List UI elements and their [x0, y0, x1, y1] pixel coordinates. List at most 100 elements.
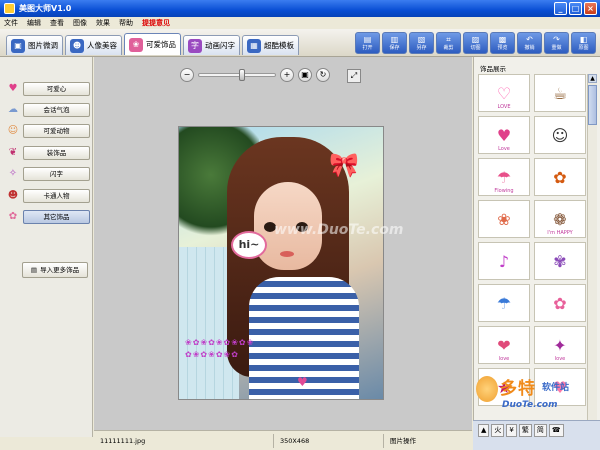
- action-label: 打开: [362, 45, 373, 51]
- tray-phone-icon[interactable]: ☎: [548, 424, 564, 437]
- status-mode: 图片操作: [390, 436, 416, 445]
- menu-file[interactable]: 文件: [4, 18, 18, 28]
- category-label: 可爱心: [23, 82, 90, 96]
- bow-sticker[interactable]: 🎀: [329, 151, 359, 179]
- edited-photo[interactable]: 🎀 hi~ ❀✿❀✿❀✿❀✿❀ ✿❀✿❀✿❀✿ ♥: [178, 126, 384, 400]
- tab-portrait-beauty[interactable]: ☻ 人像美容: [65, 35, 122, 55]
- save-button[interactable]: ▥ 保存: [382, 32, 407, 54]
- menu-bar: 文件 编辑 查看 图像 效果 帮助 提提意见: [0, 17, 600, 29]
- sticker-preview-icon: ✾: [553, 251, 567, 271]
- category-cartoon-characters[interactable]: ☻ 卡通人物: [3, 188, 90, 204]
- sticker-caption: I'm HAPPY: [547, 230, 573, 236]
- tray-fire-icon[interactable]: 火: [491, 424, 505, 437]
- save-as-button[interactable]: ▧ 另存: [409, 32, 434, 54]
- tab-cute-accessories[interactable]: ❀ 可爱饰品: [124, 33, 181, 55]
- menu-help[interactable]: 帮助: [119, 18, 133, 28]
- logo-url: DuoTe.com: [502, 400, 558, 410]
- menu-effects[interactable]: 效果: [96, 18, 110, 28]
- action-label: 原图: [578, 45, 589, 51]
- sticker-preview-icon: ♪: [498, 251, 510, 271]
- tab-label: 可爱饰品: [146, 40, 176, 49]
- sticker-preview-icon: ✿: [553, 293, 567, 313]
- gallery-item[interactable]: ❤ love: [478, 326, 530, 364]
- gallery-item[interactable]: ✾: [534, 242, 586, 280]
- category-other-accessories[interactable]: ✿ 其它饰品: [3, 209, 90, 225]
- duote-watermark-logo: 多特 软件站 DuoTe.com: [476, 372, 598, 416]
- portrait-icon: ☻: [70, 38, 84, 53]
- watermark: www.DuoTe.com: [274, 222, 404, 238]
- menu-edit[interactable]: 编辑: [27, 18, 41, 28]
- tray-traditional-icon[interactable]: 繁: [518, 424, 532, 437]
- category-cute-animals[interactable]: ☺ 可爱动物: [3, 123, 90, 139]
- zoom-in-button[interactable]: +: [280, 68, 294, 82]
- category-cute-hearts[interactable]: ♥ 可爱心: [3, 81, 90, 97]
- slice-button[interactable]: ▨ 切图: [463, 32, 488, 54]
- category-label: 可爱动物: [23, 124, 90, 138]
- actual-size-button[interactable]: ▣: [298, 68, 312, 82]
- gallery-item[interactable]: ✿: [534, 158, 586, 196]
- zoom-slider[interactable]: [198, 69, 276, 81]
- tab-photo-adjust[interactable]: ▣ 图片微调: [6, 35, 63, 55]
- gallery-item[interactable]: ☂: [478, 284, 530, 322]
- import-more-button[interactable]: ▤ 导入更多饰品: [22, 262, 88, 278]
- gallery-item[interactable]: ☺: [534, 116, 586, 154]
- zoom-out-button[interactable]: −: [180, 68, 194, 82]
- menu-feedback[interactable]: 提提意见: [142, 18, 170, 28]
- photo-adjust-icon: ▣: [11, 38, 25, 53]
- action-buttons: ▤ 打开 ▥ 保存 ▧ 另存 ⌗ 裁剪 ▨ 切图 ▩ 预览 ↶ 撤销 ↷ 重做 ◧ 原图: [355, 32, 596, 54]
- system-tray: ▲ 火 ¥ 繁 简 ☎: [478, 424, 564, 437]
- gallery-item[interactable]: ☕: [534, 74, 586, 112]
- decorative-text-sticker[interactable]: ❀✿❀✿❀✿❀✿❀ ✿❀✿❀✿❀✿: [185, 337, 315, 379]
- tray-simplified-icon[interactable]: 简: [533, 424, 547, 437]
- redo-button[interactable]: ↷ 重做: [544, 32, 569, 54]
- gallery-item[interactable]: ♪: [478, 242, 530, 280]
- bow-icon: ❦: [8, 147, 18, 158]
- category-sparkle-text[interactable]: ✧ 闪字: [3, 166, 90, 182]
- category-label: 闪字: [23, 167, 90, 181]
- tab-cool-templates[interactable]: ▦ 超酷模板: [242, 35, 299, 55]
- category-decorations[interactable]: ❦ 装饰品: [3, 145, 90, 161]
- open-button[interactable]: ▤ 打开: [355, 32, 380, 54]
- category-speech-bubbles[interactable]: ☁ 会话气泡: [3, 102, 90, 118]
- minimize-button[interactable]: _: [554, 2, 567, 15]
- sticker-caption: Flowing: [494, 188, 514, 194]
- window-controls: _ □ ×: [554, 2, 597, 15]
- app-icon: [4, 3, 15, 14]
- menu-image[interactable]: 图像: [73, 18, 87, 28]
- gallery-item[interactable]: ♡ LOVE: [478, 74, 530, 112]
- fit-window-button[interactable]: ⤢: [347, 69, 361, 83]
- action-label: 切图: [470, 45, 481, 51]
- tab-animated-text[interactable]: 字 动画闪字: [183, 35, 240, 55]
- tray-expand-icon[interactable]: ▲: [478, 424, 490, 437]
- undo-button[interactable]: ↶ 撤销: [517, 32, 542, 54]
- crop-button[interactable]: ⌗ 裁剪: [436, 32, 461, 54]
- menu-view[interactable]: 查看: [50, 18, 64, 28]
- scroll-up-arrow-icon[interactable]: ▲: [588, 74, 597, 83]
- gallery-item[interactable]: ❀: [478, 200, 530, 238]
- scrollbar-thumb[interactable]: [588, 85, 597, 125]
- original-button[interactable]: ◧ 原图: [571, 32, 596, 54]
- rotate-button[interactable]: ↻: [316, 68, 330, 82]
- speech-bubble-sticker[interactable]: hi~: [231, 231, 267, 259]
- animal-icon: ☺: [7, 125, 19, 136]
- category-panel: ♥ 可爱心 ☁ 会话气泡 ☺ 可爱动物 ❦ 装饰品 ✧ 闪字 ☻ 卡通人物 ✿ …: [0, 57, 93, 437]
- maximize-button[interactable]: □: [569, 2, 582, 15]
- preview-button[interactable]: ▩ 预览: [490, 32, 515, 54]
- image-canvas[interactable]: − + ▣ ↻ ⤢ 🎀 hi~ ❀✿❀✿❀✿❀✿❀ ✿❀✿❀✿❀✿ ♥ www.D…: [94, 57, 472, 430]
- gallery-item[interactable]: ✿: [534, 284, 586, 322]
- tray-currency-icon[interactable]: ¥: [506, 424, 517, 437]
- gallery-item[interactable]: ☂ Flowing: [478, 158, 530, 196]
- save-icon: ▥: [390, 35, 399, 44]
- speech-bubble-icon: ☁: [8, 104, 18, 115]
- folder-icon: ▤: [30, 266, 38, 274]
- sticker-preview-icon: ☂: [496, 293, 512, 313]
- sticker-preview-icon: ❀: [497, 209, 511, 229]
- gallery-item[interactable]: ❁ I'm HAPPY: [534, 200, 586, 238]
- heart-sticker[interactable]: ♥: [297, 375, 308, 389]
- zoom-slider-handle[interactable]: [238, 69, 245, 81]
- close-button[interactable]: ×: [584, 2, 597, 15]
- gallery-item[interactable]: ♥ Love: [478, 116, 530, 154]
- sticker-caption: Love: [498, 146, 510, 152]
- gallery-item[interactable]: ✦ love: [534, 326, 586, 364]
- sticker-preview-icon: ☂: [496, 167, 512, 187]
